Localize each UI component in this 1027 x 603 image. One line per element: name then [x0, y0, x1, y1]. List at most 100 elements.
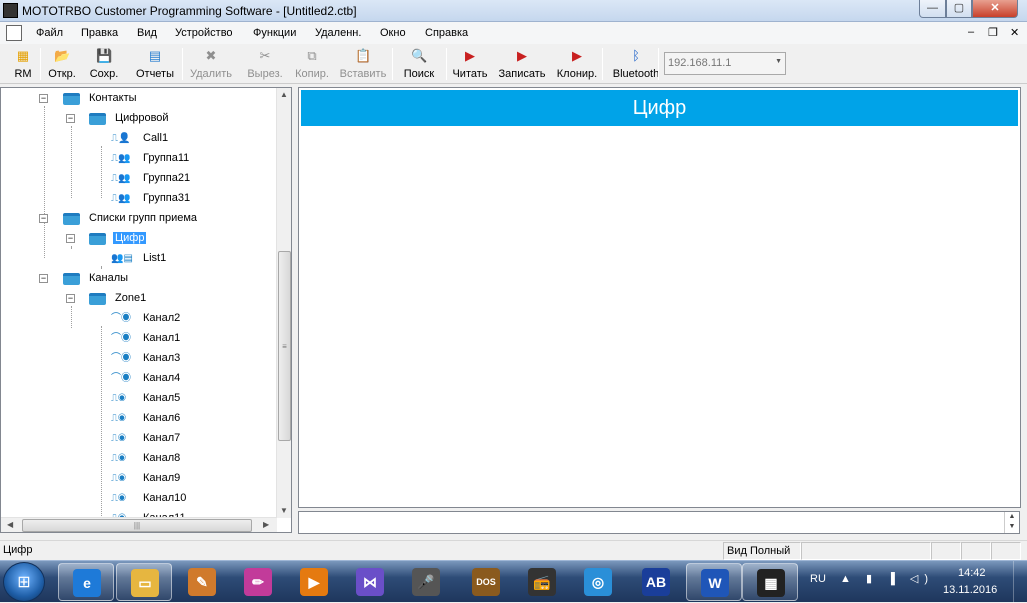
taskbar-app-button[interactable]: e: [58, 563, 114, 601]
clock-time[interactable]: 14:42: [958, 567, 986, 579]
tree-leaf-item[interactable]: ⎍◉ Канал5: [1, 390, 276, 408]
tree-leaf-item[interactable]: ⎍◉ Канал9: [1, 470, 276, 488]
mdi-minimize-button[interactable]: –: [968, 26, 974, 38]
tree-horizontal-scrollbar[interactable]: ◀ ||| ▶: [1, 517, 277, 532]
taskbar-app-button[interactable]: ▦: [742, 563, 798, 601]
taskbar-app-button[interactable]: ⋈: [342, 563, 398, 601]
clone-button[interactable]: ▶ Клонир.: [553, 46, 601, 82]
taskbar-app-button[interactable]: W: [686, 563, 742, 601]
tree-leaf-item[interactable]: ⌒◉ Канал2: [1, 310, 276, 328]
tree-folder-item[interactable]: − Цифровой: [1, 110, 276, 128]
delete-button[interactable]: ✖ Удалить: [186, 46, 236, 82]
tree-vertical-scrollbar[interactable]: ▲ ≡ ▼: [276, 88, 291, 518]
menu-window[interactable]: Окно: [380, 27, 406, 39]
tree-folder-item[interactable]: − Контакты: [1, 90, 276, 108]
scroll-up-icon[interactable]: ▲: [280, 90, 288, 99]
read-button[interactable]: ▶ Читать: [450, 46, 490, 82]
folder-icon: [89, 293, 106, 305]
menu-edit[interactable]: Правка: [81, 27, 118, 39]
tree-leaf-item[interactable]: ⌒◉ Канал3: [1, 350, 276, 368]
tree-leaf-item[interactable]: 👥▤ List1: [1, 250, 276, 268]
start-button[interactable]: ⊞: [3, 562, 45, 602]
collapse-icon[interactable]: −: [66, 294, 75, 303]
tree-leaf-item[interactable]: ⎍◉ Канал6: [1, 410, 276, 428]
maximize-button[interactable]: ▢: [946, 0, 972, 18]
taskbar-app-button[interactable]: ▭: [116, 563, 172, 601]
taskbar-app-button[interactable]: ▶: [286, 563, 342, 601]
tree-folder-item[interactable]: − Zone1: [1, 290, 276, 308]
collapse-icon[interactable]: −: [66, 114, 75, 123]
rm-label: RM: [14, 68, 32, 80]
digital-channel-icon: ⎍◉: [111, 413, 126, 424]
language-indicator[interactable]: RU: [810, 573, 826, 585]
collapse-icon[interactable]: −: [39, 94, 48, 103]
taskbar-app-button[interactable]: ◎: [570, 563, 626, 601]
tree-leaf-item[interactable]: ⎍👥 Группа31: [1, 190, 276, 208]
output-field[interactable]: ▲ ▼: [298, 511, 1020, 534]
tree-folder-item[interactable]: − Каналы: [1, 270, 276, 288]
digital-channel-icon: ⎍◉: [111, 453, 126, 464]
search-button[interactable]: 🔍 Поиск: [398, 46, 440, 82]
taskbar-app-button[interactable]: DOS: [458, 563, 514, 601]
collapse-icon[interactable]: −: [39, 274, 48, 283]
tree-leaf-item[interactable]: ⎍◉ Канал8: [1, 450, 276, 468]
open-button[interactable]: 📂 Откр.: [44, 46, 80, 82]
tree-leaf-item[interactable]: ⎍👥 Группа11: [1, 150, 276, 168]
mdi-restore-button[interactable]: ❐: [988, 26, 998, 39]
menu-view[interactable]: Вид: [137, 27, 157, 39]
collapse-icon[interactable]: −: [39, 214, 48, 223]
taskbar-app-button[interactable]: AB: [628, 563, 684, 601]
reports-button[interactable]: ▤ Отчеты: [131, 46, 179, 82]
scroll-down-icon[interactable]: ▼: [280, 506, 288, 515]
output-spinner[interactable]: ▲ ▼: [1004, 512, 1019, 533]
scroll-right-icon[interactable]: ▶: [263, 520, 269, 529]
tree-folder-item[interactable]: − Цифр: [1, 230, 276, 248]
taskbar-app-button[interactable]: 🎤: [398, 563, 454, 601]
tree-item-label: Канал1: [143, 332, 181, 344]
rm-button[interactable]: ▦ RM: [6, 46, 40, 82]
copy-button[interactable]: ⧉ Копир.: [292, 46, 332, 82]
cut-label: Вырез.: [247, 68, 283, 80]
show-desktop-button[interactable]: [1013, 561, 1027, 603]
ip-address-combo[interactable]: 192.168.11.1 ▼: [664, 52, 786, 75]
taskbar-app-button[interactable]: ✎: [174, 563, 230, 601]
write-button[interactable]: ▶ Записать: [494, 46, 550, 82]
paste-button[interactable]: 📋 Вставить: [336, 46, 390, 82]
tree-leaf-item[interactable]: ⎍◉ Канал10: [1, 490, 276, 508]
scroll-left-icon[interactable]: ◀: [7, 520, 13, 529]
cut-button[interactable]: ✂ Вырез.: [245, 46, 285, 82]
mdi-close-button[interactable]: ✕: [1010, 26, 1019, 39]
bluetooth-button[interactable]: ᛒ Bluetooth: [609, 46, 663, 82]
close-button[interactable]: ✕: [972, 0, 1018, 18]
save-button[interactable]: 💾 Сохр.: [86, 46, 122, 82]
clock-date[interactable]: 13.11.2016: [943, 584, 997, 596]
taskbar-app-button[interactable]: ✏: [230, 563, 286, 601]
menu-functions[interactable]: Функции: [253, 27, 296, 39]
scroll-thumb[interactable]: ≡: [278, 251, 291, 441]
menu-device[interactable]: Устройство: [175, 27, 233, 39]
tree-leaf-item[interactable]: ⌒◉ Канал4: [1, 370, 276, 388]
tree-leaf-item[interactable]: ⎍👥 Группа21: [1, 170, 276, 188]
tree-leaf-item[interactable]: ⌒◉ Канал1: [1, 330, 276, 348]
reports-label: Отчеты: [135, 68, 175, 80]
menu-help[interactable]: Справка: [425, 27, 468, 39]
tree-leaf-item[interactable]: ⎍◉ Канал7: [1, 430, 276, 448]
spin-down-icon[interactable]: ▼: [1005, 522, 1019, 532]
app-icon[interactable]: [3, 3, 18, 18]
digital-channel-icon: ⎍◉: [111, 393, 126, 404]
dosbox-icon: DOS: [472, 568, 500, 596]
minimize-button[interactable]: —: [919, 0, 946, 18]
tree-item-label: Zone1: [115, 292, 147, 304]
menu-file[interactable]: Файл: [36, 27, 63, 39]
chevron-down-icon[interactable]: ▼: [775, 58, 782, 65]
spin-up-icon[interactable]: ▲: [1005, 512, 1019, 522]
tray-icons[interactable]: ▲ ▮ ▐ ◁): [840, 572, 934, 585]
tree-leaf-item[interactable]: ⎍👤 Call1: [1, 130, 276, 148]
document-icon[interactable]: [6, 25, 22, 41]
taskbar-app-button[interactable]: 📻: [514, 563, 570, 601]
scroll-thumb-horizontal[interactable]: |||: [22, 519, 252, 532]
main-pane: Цифр: [298, 87, 1021, 508]
menu-remote[interactable]: Удаленн.: [315, 27, 361, 39]
collapse-icon[interactable]: −: [66, 234, 75, 243]
tree-folder-item[interactable]: − Списки групп приема: [1, 210, 276, 228]
